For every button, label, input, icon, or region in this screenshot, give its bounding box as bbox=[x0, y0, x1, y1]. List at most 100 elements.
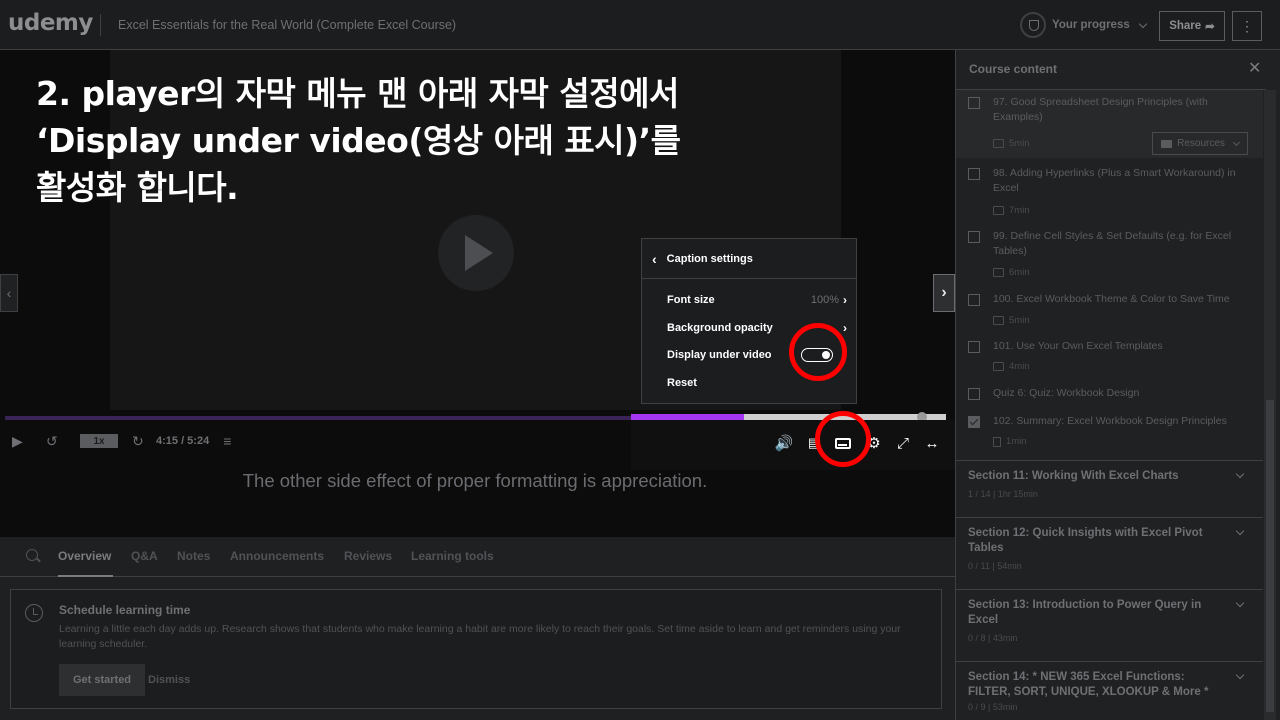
caption-settings-back[interactable]: ‹ Caption settings bbox=[642, 239, 856, 279]
video-icon bbox=[993, 139, 1004, 148]
chevron-left-icon: ‹ bbox=[652, 250, 657, 267]
resources-label: Resources bbox=[1177, 138, 1225, 149]
chevron-down-icon bbox=[1235, 469, 1245, 479]
alarm-clock-icon bbox=[25, 604, 43, 622]
get-started-button[interactable]: Get started bbox=[59, 664, 145, 696]
section-meta: 1 / 14 | 1hr 15min bbox=[968, 489, 1038, 499]
search-icon[interactable] bbox=[26, 549, 38, 561]
tab-notes[interactable]: Notes bbox=[177, 549, 210, 563]
dismiss-button[interactable]: Dismiss bbox=[148, 674, 190, 686]
more-options-button[interactable]: ⋮ bbox=[1232, 11, 1262, 41]
header-divider bbox=[100, 14, 101, 36]
progress-label: Your progress bbox=[1052, 19, 1130, 31]
playback-speed-button[interactable]: 1x bbox=[80, 434, 118, 448]
section-header[interactable]: Section 11: Working With Excel Charts 1 … bbox=[955, 460, 1263, 517]
tab-overview[interactable]: Overview bbox=[58, 549, 111, 563]
course-title[interactable]: Excel Essentials for the Real World (Com… bbox=[118, 18, 456, 32]
instruction-overlay: 2. player의 자막 메뉴 맨 아래 자막 설정에서 ‘Display u… bbox=[36, 74, 681, 207]
forward-icon[interactable]: ↻ bbox=[132, 433, 152, 450]
volume-icon[interactable]: 🔊 bbox=[773, 432, 795, 454]
section-title: Section 11: Working With Excel Charts bbox=[968, 470, 1179, 482]
big-play-icon[interactable] bbox=[438, 215, 514, 291]
lecture-title: 102. Summary: Excel Workbook Design Prin… bbox=[993, 415, 1227, 427]
lecture-duration: 7min bbox=[993, 205, 1030, 216]
lecture-checkbox[interactable] bbox=[968, 168, 980, 180]
sidebar-title: Course content bbox=[969, 62, 1058, 76]
sidebar-header: Course content ✕ bbox=[956, 50, 1266, 90]
chevron-down-icon bbox=[1235, 526, 1245, 536]
app-root: udemy Excel Essentials for the Real Worl… bbox=[0, 0, 1280, 720]
schedule-title: Schedule learning time bbox=[59, 603, 191, 617]
notes-icon[interactable]: ≡ bbox=[223, 433, 257, 449]
time-readout: 4:15 / 5:24 bbox=[156, 435, 210, 447]
lecture-title: 97. Good Spreadsheet Design Principles (… bbox=[993, 96, 1208, 123]
next-lecture-button[interactable]: › bbox=[933, 274, 955, 312]
lecture-duration: 6min bbox=[993, 267, 1030, 278]
video-icon bbox=[993, 362, 1004, 371]
tab-qa[interactable]: Q&A bbox=[131, 549, 158, 563]
chevron-right-icon: › bbox=[843, 293, 847, 307]
font-size-label: Font size bbox=[667, 294, 715, 306]
section-meta: 0 / 8 | 43min bbox=[968, 633, 1018, 643]
share-button[interactable]: Share ➦ bbox=[1159, 11, 1225, 41]
font-size-option[interactable]: Font size 100% › bbox=[667, 290, 847, 310]
sidebar-scroll-thumb[interactable] bbox=[1266, 400, 1274, 712]
section-title: Section 14: * NEW 365 Excel Functions: F… bbox=[968, 671, 1209, 698]
duration-text: 7min bbox=[1009, 205, 1030, 216]
lecture-checkbox-checked[interactable] bbox=[968, 416, 980, 428]
lecture-duration: 4min bbox=[993, 361, 1030, 372]
player-controls-left: ▶ ↺ 1x ↻ 4:15 / 5:24 ≡ bbox=[12, 430, 257, 452]
duration-text: 4min bbox=[1009, 361, 1030, 372]
trophy-icon bbox=[1020, 12, 1046, 38]
tab-announcements[interactable]: Announcements bbox=[230, 549, 324, 563]
lecture-duration: 1min bbox=[993, 436, 1027, 447]
active-tab-indicator bbox=[58, 575, 113, 577]
play-icon[interactable]: ▶ bbox=[12, 433, 46, 450]
section-title: Section 13: Introduction to Power Query … bbox=[968, 599, 1202, 626]
tab-bar: Overview Q&A Notes Announcements Reviews… bbox=[0, 537, 955, 577]
duration-text: 5min bbox=[1009, 315, 1030, 326]
rewind-icon[interactable]: ↺ bbox=[46, 433, 80, 450]
annotation-circle-toggle bbox=[789, 323, 847, 381]
chevron-down-icon bbox=[1235, 598, 1245, 608]
tab-learning-tools[interactable]: Learning tools bbox=[411, 549, 494, 563]
progress-dropdown[interactable]: Your progress bbox=[1020, 12, 1147, 38]
video-icon bbox=[993, 268, 1004, 277]
chevron-down-icon bbox=[1138, 19, 1147, 28]
close-icon[interactable]: ✕ bbox=[1248, 58, 1261, 78]
chevron-down-icon bbox=[1235, 670, 1245, 680]
reset-label: Reset bbox=[667, 377, 697, 389]
section-title: Section 12: Quick Insights with Excel Pi… bbox=[968, 527, 1203, 554]
document-icon bbox=[993, 436, 1001, 447]
lecture-tabs-area: Overview Q&A Notes Announcements Reviews… bbox=[0, 537, 955, 720]
lecture-duration: 5min bbox=[993, 138, 1030, 149]
schedule-body: Learning a little each day adds up. Rese… bbox=[59, 623, 901, 650]
udemy-logo[interactable]: udemy bbox=[8, 10, 93, 36]
expand-width-icon[interactable]: ↔ bbox=[921, 432, 943, 454]
section-header[interactable]: Section 13: Introduction to Power Query … bbox=[955, 589, 1263, 661]
top-header: udemy Excel Essentials for the Real Worl… bbox=[0, 0, 1280, 50]
section-header[interactable]: Section 12: Quick Insights with Excel Pi… bbox=[955, 517, 1263, 589]
lecture-checkbox[interactable] bbox=[968, 388, 980, 400]
previous-lecture-button[interactable]: ‹ bbox=[0, 274, 18, 312]
display-under-label: Display under video bbox=[667, 349, 772, 361]
section-header[interactable]: Section 14: * NEW 365 Excel Functions: F… bbox=[955, 661, 1263, 720]
lecture-checkbox[interactable] bbox=[968, 341, 980, 353]
chevron-down-icon bbox=[1232, 138, 1240, 146]
video-icon bbox=[993, 316, 1004, 325]
duration-text: 6min bbox=[1009, 267, 1030, 278]
tab-reviews[interactable]: Reviews bbox=[344, 549, 392, 563]
lecture-title: 98. Adding Hyperlinks (Plus a Smart Work… bbox=[993, 167, 1236, 194]
font-size-value: 100% bbox=[810, 294, 839, 306]
lecture-checkbox[interactable] bbox=[968, 231, 980, 243]
lecture-duration: 5min bbox=[993, 315, 1030, 326]
duration-text: 5min bbox=[1009, 138, 1030, 149]
lecture-checkbox[interactable] bbox=[968, 294, 980, 306]
share-arrow-icon: ➦ bbox=[1205, 21, 1215, 33]
duration-text: 1min bbox=[1006, 436, 1027, 447]
lecture-checkbox[interactable] bbox=[968, 97, 980, 109]
background-opacity-label: Background opacity bbox=[667, 322, 773, 334]
fullscreen-icon[interactable]: ⤢ bbox=[892, 432, 914, 454]
resources-button[interactable]: Resources bbox=[1152, 132, 1248, 155]
schedule-card: Schedule learning time Learning a little… bbox=[10, 589, 942, 709]
